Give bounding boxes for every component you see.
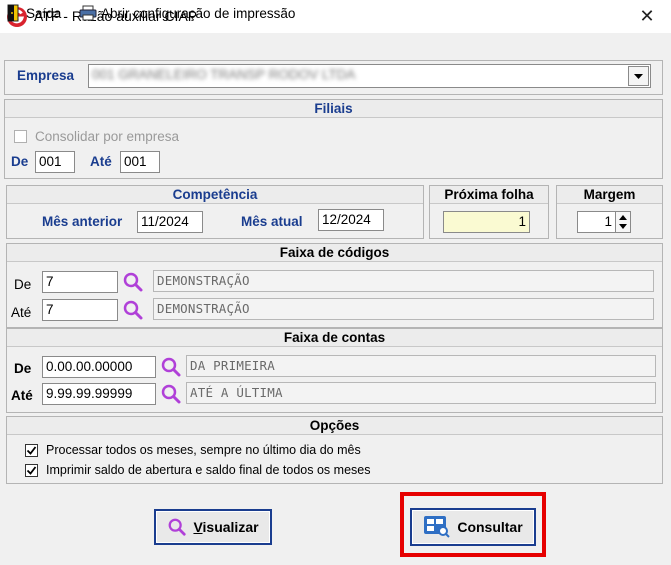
check-icon (26, 446, 37, 455)
faixa-contas-heading: Faixa de contas (7, 329, 662, 347)
margem-spin-buttons[interactable] (615, 212, 630, 232)
conta-to-label: Até (11, 388, 33, 403)
menu-print-config-label: Abrir configuração de impressão (101, 5, 296, 21)
codigo-to-input[interactable]: 7 (42, 299, 118, 321)
codigo-from-input[interactable]: 7 (42, 271, 118, 293)
spin-arrows-icon (619, 215, 627, 229)
filiais-heading: Filiais (5, 100, 662, 118)
menu-exit[interactable]: Saída (6, 3, 61, 23)
margem-spinner[interactable]: 1 (577, 211, 631, 233)
empresa-value: 001 GRANELEIRO TRANSP RODOV LTDA (92, 67, 356, 82)
filial-to-input[interactable]: 001 (120, 151, 160, 173)
consolidate-checkbox[interactable] (14, 130, 27, 143)
conta-from-input[interactable]: 0.00.00.00000 (42, 356, 156, 378)
consultar-button[interactable]: Consultar (410, 508, 536, 546)
search-lens-icon[interactable] (160, 383, 182, 405)
consolidate-label: Consolidar por empresa (35, 129, 180, 144)
margem-heading: Margem (557, 186, 662, 204)
dropdown-arrow-icon (634, 74, 643, 79)
opt1-label: Processar todos os meses, sempre no últi… (46, 443, 361, 457)
proxima-folha-heading: Próxima folha (430, 186, 548, 204)
current-month-input[interactable]: 12/2024 (318, 209, 384, 231)
opcoes-heading: Opções (7, 417, 662, 435)
prev-month-label: Mês anterior (42, 214, 123, 229)
printer-icon (79, 5, 97, 21)
close-icon[interactable]: ✕ (634, 4, 660, 28)
conta-to-input[interactable]: 9.99.99.99999 (42, 383, 156, 405)
visualizar-button[interactable]: Visualizar (154, 509, 272, 545)
search-lens-icon[interactable] (160, 356, 182, 378)
search-lens-icon[interactable] (122, 271, 144, 293)
empresa-select[interactable]: 001 GRANELEIRO TRANSP RODOV LTDA (88, 64, 651, 88)
exit-door-icon (7, 4, 19, 22)
codigo-from-desc: DEMONSTRAÇÃO (153, 270, 654, 292)
consult-icon (424, 516, 451, 538)
menu-exit-label: Saída (26, 5, 62, 21)
opt2-checkbox[interactable] (25, 464, 38, 477)
menu-print-config[interactable]: Abrir configuração de impressão (79, 3, 295, 23)
menu-bar (0, 33, 671, 58)
competencia-heading: Competência (7, 186, 423, 204)
filial-to-label: Até (90, 154, 112, 169)
faixa-codigos-heading: Faixa de códigos (7, 244, 662, 262)
conta-from-label: De (14, 361, 32, 376)
codigo-from-label: De (14, 277, 32, 292)
conta-from-desc: DA PRIMEIRA (186, 355, 656, 377)
visualizar-label: Visualizar (193, 519, 259, 535)
current-month-label: Mês atual (241, 214, 303, 229)
codigo-to-desc: DEMONSTRAÇÃO (153, 298, 654, 320)
search-lens-icon (169, 518, 187, 536)
opt1-checkbox[interactable] (25, 444, 38, 457)
conta-to-desc: ATÉ A ÚLTIMA (186, 382, 656, 404)
codigo-to-label: Até (11, 305, 32, 320)
filial-from-input[interactable]: 001 (35, 151, 75, 173)
filial-from-label: De (11, 154, 29, 169)
margem-value: 1 (604, 214, 612, 229)
search-lens-icon[interactable] (122, 299, 144, 321)
opt2-label: Imprimir saldo de abertura e saldo final… (46, 463, 371, 477)
empresa-label: Empresa (17, 68, 75, 83)
proxima-folha-input[interactable]: 1 (443, 211, 530, 233)
consultar-label: Consultar (457, 519, 523, 535)
empresa-dropdown-button[interactable] (628, 66, 649, 86)
check-icon (26, 466, 37, 475)
prev-month-input[interactable]: 11/2024 (137, 211, 203, 233)
